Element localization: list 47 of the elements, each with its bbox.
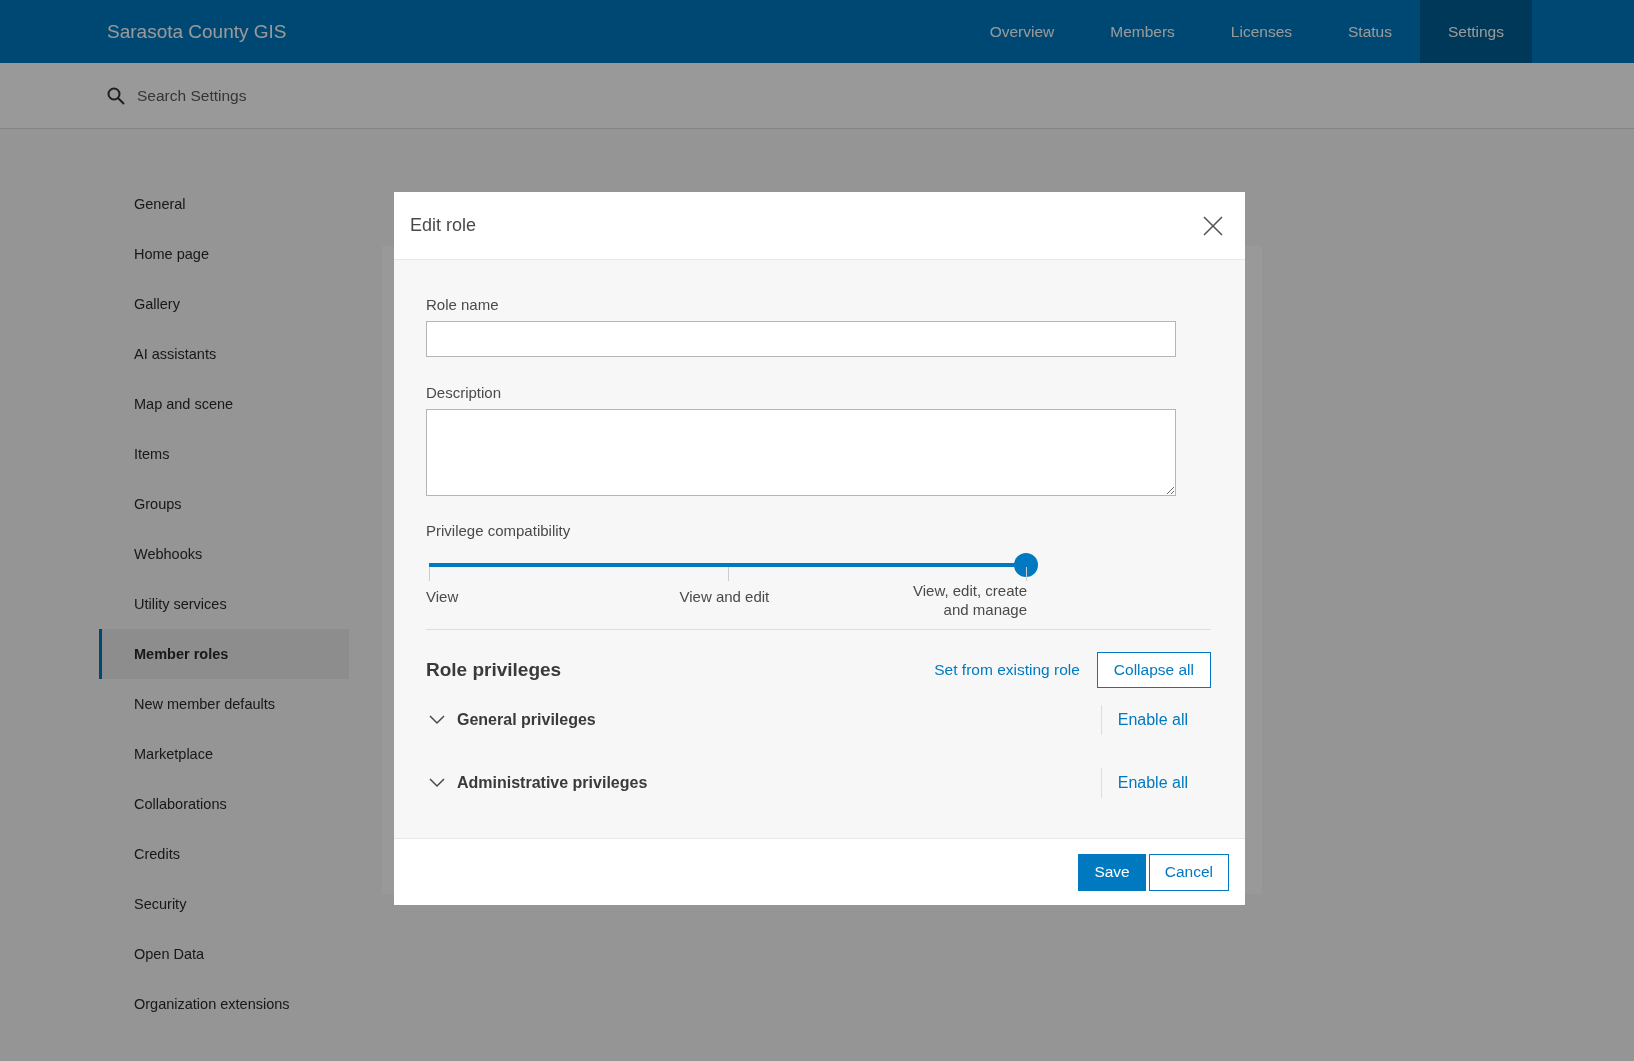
sidebar-item[interactable]: Security	[99, 879, 349, 929]
search-icon	[107, 86, 125, 105]
sidebar-item[interactable]: Groups	[99, 479, 349, 529]
privilege-group-toggle[interactable]: Administrative privileges	[426, 773, 648, 792]
site-title: Sarasota County GIS	[107, 19, 288, 44]
slider-stop-label: View and edit	[679, 587, 770, 606]
sidebar-item[interactable]: Webhooks	[99, 529, 349, 579]
search-field[interactable]: Search Settings	[135, 85, 439, 106]
sidebar-item[interactable]: Map and scene	[99, 379, 349, 429]
sidebar-item[interactable]: Organization extensions	[99, 979, 349, 1029]
slider-stop-label: View	[426, 587, 459, 606]
sidebar-item[interactable]: Credits	[99, 829, 349, 879]
sidebar-item[interactable]: Gallery	[99, 279, 349, 329]
chevron-icon	[429, 714, 445, 725]
field-label: Description	[426, 384, 503, 401]
description-field[interactable]	[426, 409, 1176, 496]
cancel-button[interactable]: Cancel	[1148, 853, 1229, 891]
sidebar-item[interactable]: AI assistants	[99, 329, 349, 379]
nav-tab[interactable]: Licenses	[1202, 0, 1321, 63]
sidebar-item[interactable]: Member roles	[99, 629, 349, 679]
field-label: Privilege compatibility	[426, 522, 572, 539]
slider-stop-label: View, edit, create and manage	[912, 581, 1027, 619]
field-label: Role name	[426, 296, 500, 313]
sidebar-item[interactable]: Utility services	[99, 579, 349, 629]
sidebar-item[interactable]: Collaborations	[99, 779, 349, 829]
section-heading: Role privileges	[426, 659, 563, 681]
sidebar-item[interactable]: Items	[99, 429, 349, 479]
set-from-role-link[interactable]: Set from existing role	[934, 661, 1080, 679]
nav-tab[interactable]: Status	[1320, 0, 1420, 63]
enable-all-link[interactable]: Enable all	[1100, 767, 1211, 798]
nav-tab[interactable]: Members	[1082, 0, 1203, 63]
slider-thumb[interactable]	[1014, 553, 1038, 577]
nav-tab[interactable]: Overview	[961, 0, 1083, 63]
chevron-icon	[429, 777, 445, 788]
sidebar-item[interactable]: New member defaults	[99, 679, 349, 729]
sidebar-item[interactable]: Home page	[99, 229, 349, 279]
sidebar-item[interactable]: General	[99, 179, 349, 229]
save-button[interactable]: Save	[1078, 853, 1146, 891]
nav-tab[interactable]: Settings	[1420, 0, 1532, 63]
close-icon	[1203, 215, 1223, 236]
role-name-field[interactable]	[426, 321, 1176, 357]
sidebar-item[interactable]: Marketplace	[99, 729, 349, 779]
privilege-group-toggle[interactable]: General privileges	[426, 710, 596, 729]
enable-all-link[interactable]: Enable all	[1100, 704, 1211, 735]
dialog-title: Edit role	[410, 215, 477, 236]
collapse-all-button[interactable]: Collapse all	[1096, 652, 1211, 688]
sidebar-item[interactable]: Open Data	[99, 929, 349, 979]
